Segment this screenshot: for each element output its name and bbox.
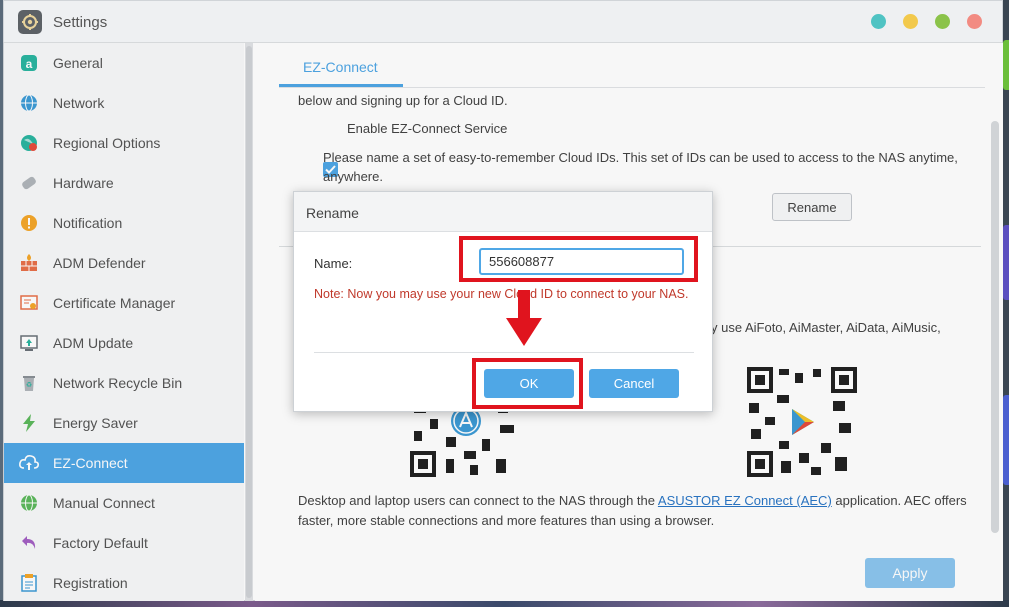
window-title: Settings	[53, 14, 108, 31]
title-bar: Settings	[4, 1, 1002, 43]
dialog-note: Note: Now you may use your new Cloud ID …	[314, 287, 689, 301]
dialog-title: Rename	[306, 205, 359, 221]
minimize-window-button[interactable]	[903, 14, 918, 29]
highlight-box-ok-button	[472, 358, 583, 409]
maximize-window-button[interactable]	[935, 14, 950, 29]
highlight-box-name-input	[459, 236, 698, 282]
name-label: Name:	[314, 256, 353, 271]
close-window-button[interactable]	[967, 14, 982, 29]
desktop-background-strip	[1003, 0, 1009, 607]
red-arrow-down-icon	[506, 290, 542, 346]
dialog-divider	[314, 352, 694, 353]
settings-app-icon	[18, 10, 42, 34]
info-window-button[interactable]	[871, 14, 886, 29]
cancel-button[interactable]: Cancel	[589, 369, 679, 398]
dialog-header: Rename	[294, 192, 712, 232]
